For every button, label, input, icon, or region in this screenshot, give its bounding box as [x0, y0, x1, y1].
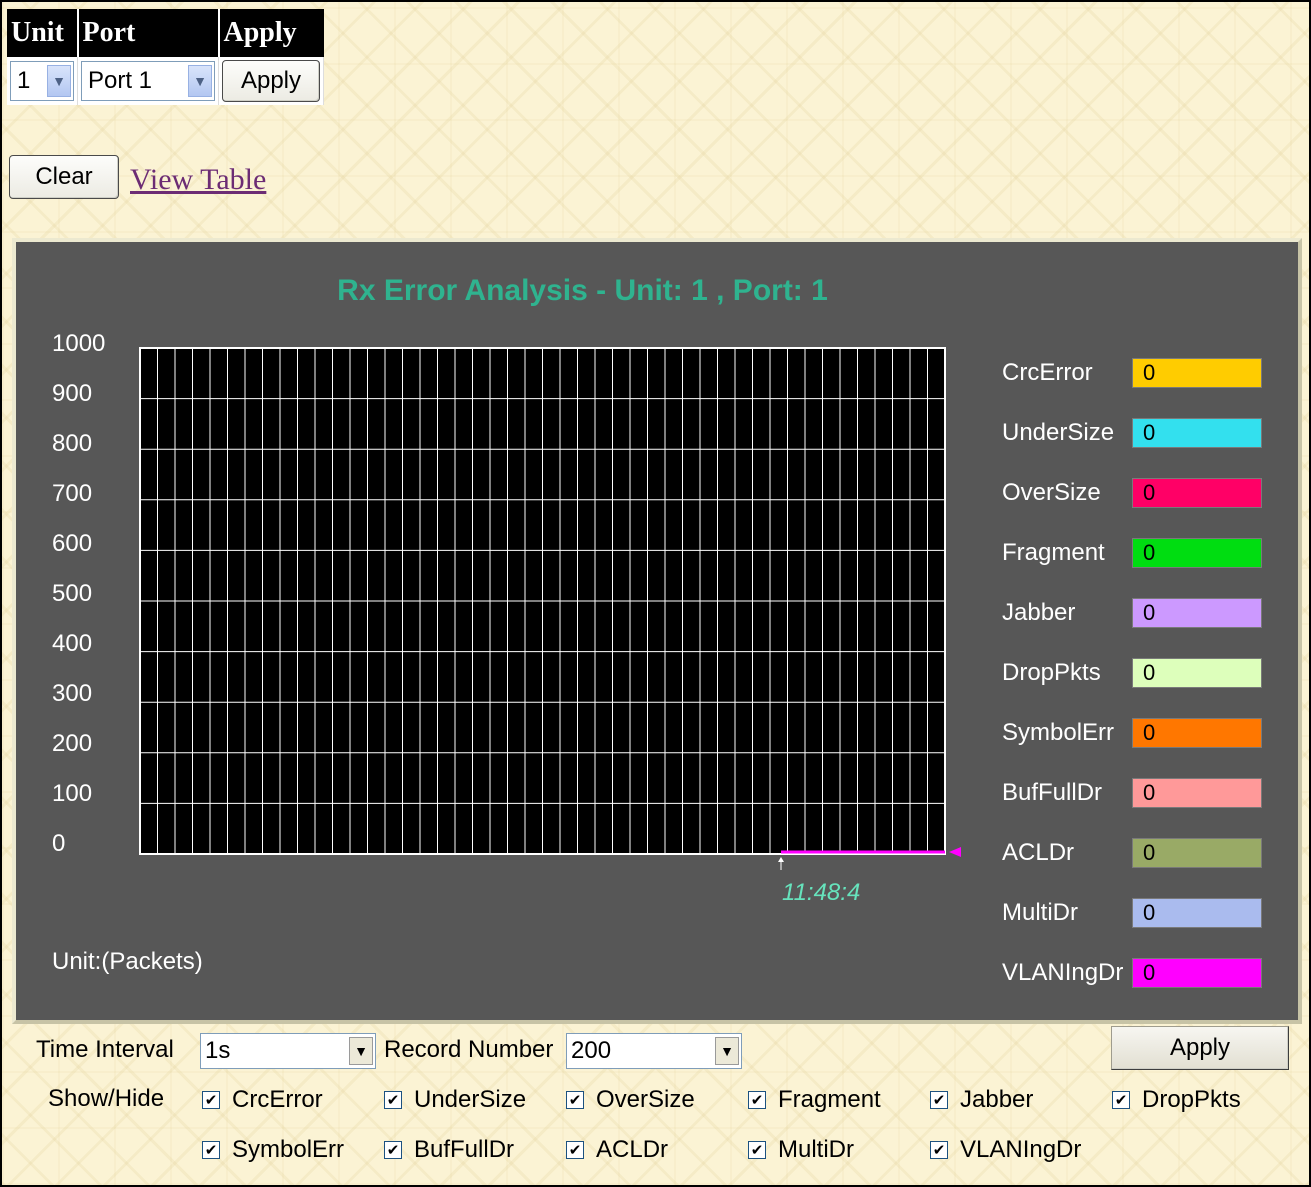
show-hide-label: Show/Hide	[48, 1085, 165, 1112]
checkbox-label: OverSize	[596, 1086, 695, 1113]
unit-select[interactable]: 1 ▼	[10, 61, 74, 101]
chart-plot	[139, 347, 961, 870]
checkbox-multidr[interactable]: ✔ MultiDr	[748, 1136, 854, 1164]
checkbox-oversize[interactable]: ✔ OverSize	[566, 1086, 695, 1114]
checkbox-label: Fragment	[778, 1086, 881, 1113]
apply-header: Apply	[218, 9, 324, 57]
port-select[interactable]: Port 1 ▼	[81, 61, 215, 101]
checkbox-acldr[interactable]: ✔ ACLDr	[566, 1136, 668, 1164]
checkbox-icon[interactable]: ✔	[566, 1091, 584, 1109]
unit-caption: Unit:(Packets)	[52, 948, 203, 975]
checkbox-label: CrcError	[232, 1086, 323, 1113]
legend-value-box: 0	[1132, 598, 1262, 628]
checkbox-label: ACLDr	[596, 1136, 669, 1163]
legend-value-box: 0	[1132, 358, 1262, 388]
legend-label: MultiDr	[1002, 899, 1078, 926]
legend-value-box: 0	[1132, 418, 1262, 448]
chevron-down-icon: ▼	[188, 65, 212, 97]
time-label: 11:48:4	[782, 879, 861, 906]
port-select-value: Port 1	[88, 67, 153, 94]
legend-value-box: 0	[1132, 778, 1262, 808]
checkbox-icon[interactable]: ✔	[202, 1091, 220, 1109]
checkbox-label: DropPkts	[1142, 1086, 1241, 1113]
legend-value-box: 0	[1132, 538, 1262, 568]
legend-value-box: 0	[1132, 658, 1262, 688]
checkbox-icon[interactable]: ✔	[384, 1141, 402, 1159]
checkbox-fragment[interactable]: ✔ Fragment	[748, 1086, 881, 1114]
legend-value-box: 0	[1132, 898, 1262, 928]
checkbox-icon[interactable]: ✔	[384, 1091, 402, 1109]
checkbox-buffulldr[interactable]: ✔ BufFullDr	[384, 1136, 514, 1164]
legend-label: BufFullDr	[1002, 779, 1103, 806]
checkbox-label: BufFullDr	[414, 1136, 515, 1163]
checkbox-label: MultiDr	[778, 1136, 854, 1163]
port-header: Port	[77, 9, 220, 57]
checkbox-jabber[interactable]: ✔ Jabber	[930, 1086, 1033, 1114]
legend-label: OverSize	[1002, 479, 1101, 506]
legend-label: Jabber	[1002, 599, 1076, 626]
time-interval-select[interactable]: 1s ▼	[200, 1033, 376, 1069]
apply-button[interactable]: Apply	[222, 60, 320, 102]
chevron-down-icon: ▼	[47, 65, 71, 97]
legend-label: DropPkts	[1002, 659, 1101, 686]
time-interval-label: Time Interval	[36, 1036, 174, 1063]
view-table-link[interactable]: View Table	[130, 163, 266, 197]
unit-header: Unit	[7, 9, 79, 57]
checkbox-icon[interactable]: ✔	[566, 1141, 584, 1159]
checkbox-label: UnderSize	[414, 1086, 527, 1113]
legend-value-box: 0	[1132, 838, 1262, 868]
chart-controls: Time Interval 1s ▼ Record Number 200 ▼ A…	[12, 1024, 1302, 1179]
graph-panel: Rx Error Analysis - Unit: 1 , Port: 1 10…	[12, 238, 1302, 1024]
current-value-marker-icon	[949, 847, 961, 857]
checkbox-droppkts[interactable]: ✔ DropPkts	[1112, 1086, 1241, 1114]
legend-label: CrcError	[1002, 359, 1093, 386]
clear-button[interactable]: Clear	[9, 155, 119, 199]
up-arrow-icon	[778, 857, 784, 862]
chevron-down-icon: ▼	[715, 1037, 739, 1065]
checkbox-icon[interactable]: ✔	[748, 1141, 766, 1159]
legend-value-box: 0	[1132, 718, 1262, 748]
checkbox-label: SymbolErr	[232, 1136, 345, 1163]
unit-select-value: 1	[17, 67, 31, 94]
checkbox-icon[interactable]: ✔	[930, 1141, 948, 1159]
time-interval-value: 1s	[205, 1037, 231, 1064]
legend-label: ACLDr	[1002, 839, 1075, 866]
record-number-label: Record Number	[384, 1036, 554, 1063]
record-number-select[interactable]: 200 ▼	[566, 1033, 742, 1069]
page-frame: Unit Port Apply 1 ▼ Port 1 ▼ Apply Clear	[0, 0, 1311, 1187]
chevron-down-icon: ▼	[349, 1037, 373, 1065]
checkbox-icon[interactable]: ✔	[748, 1091, 766, 1109]
legend-value-box: 0	[1132, 478, 1262, 508]
checkbox-crcerror[interactable]: ✔ CrcError	[202, 1086, 323, 1114]
checkbox-icon[interactable]: ✔	[1112, 1091, 1130, 1109]
checkbox-vlaningdr[interactable]: ✔ VLANIngDr	[930, 1136, 1081, 1164]
unit-port-selector: Unit Port Apply 1 ▼ Port 1 ▼ Apply	[7, 9, 324, 105]
legend-value-box: 0	[1132, 958, 1262, 988]
record-number-value: 200	[571, 1037, 612, 1064]
legend-label: SymbolErr	[1002, 719, 1115, 746]
checkbox-icon[interactable]: ✔	[930, 1091, 948, 1109]
apply-settings-button[interactable]: Apply	[1111, 1026, 1289, 1070]
checkbox-undersize[interactable]: ✔ UnderSize	[384, 1086, 526, 1114]
legend-label: VLANIngDr	[1002, 959, 1124, 986]
checkbox-symbolerr[interactable]: ✔ SymbolErr	[202, 1136, 344, 1164]
checkbox-icon[interactable]: ✔	[202, 1141, 220, 1159]
legend-label: UnderSize	[1002, 419, 1115, 446]
legend-label: Fragment	[1002, 539, 1105, 566]
checkbox-label: Jabber	[960, 1086, 1034, 1113]
checkbox-label: VLANIngDr	[960, 1136, 1082, 1163]
